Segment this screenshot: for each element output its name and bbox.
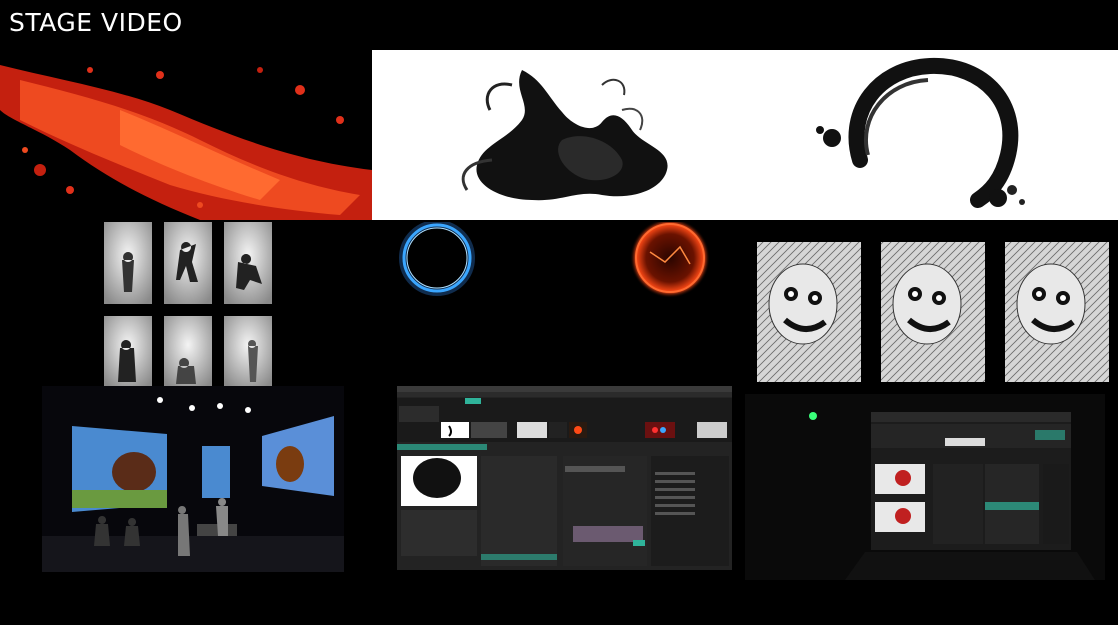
scribble-face-triptych-image bbox=[755, 242, 1115, 382]
laptop-vj-setup-photo bbox=[745, 394, 1105, 580]
ink-ring-image bbox=[750, 50, 1118, 220]
ink-smoke-image bbox=[372, 50, 750, 220]
silhouette-grid-image bbox=[100, 222, 276, 390]
page-title: STAGE VIDEO bbox=[9, 8, 183, 37]
glowing-orbs-image bbox=[385, 222, 735, 312]
vj-software-screenshot bbox=[397, 386, 732, 570]
red-paint-splash-image bbox=[0, 50, 372, 220]
stage-projection-photo bbox=[42, 386, 344, 572]
